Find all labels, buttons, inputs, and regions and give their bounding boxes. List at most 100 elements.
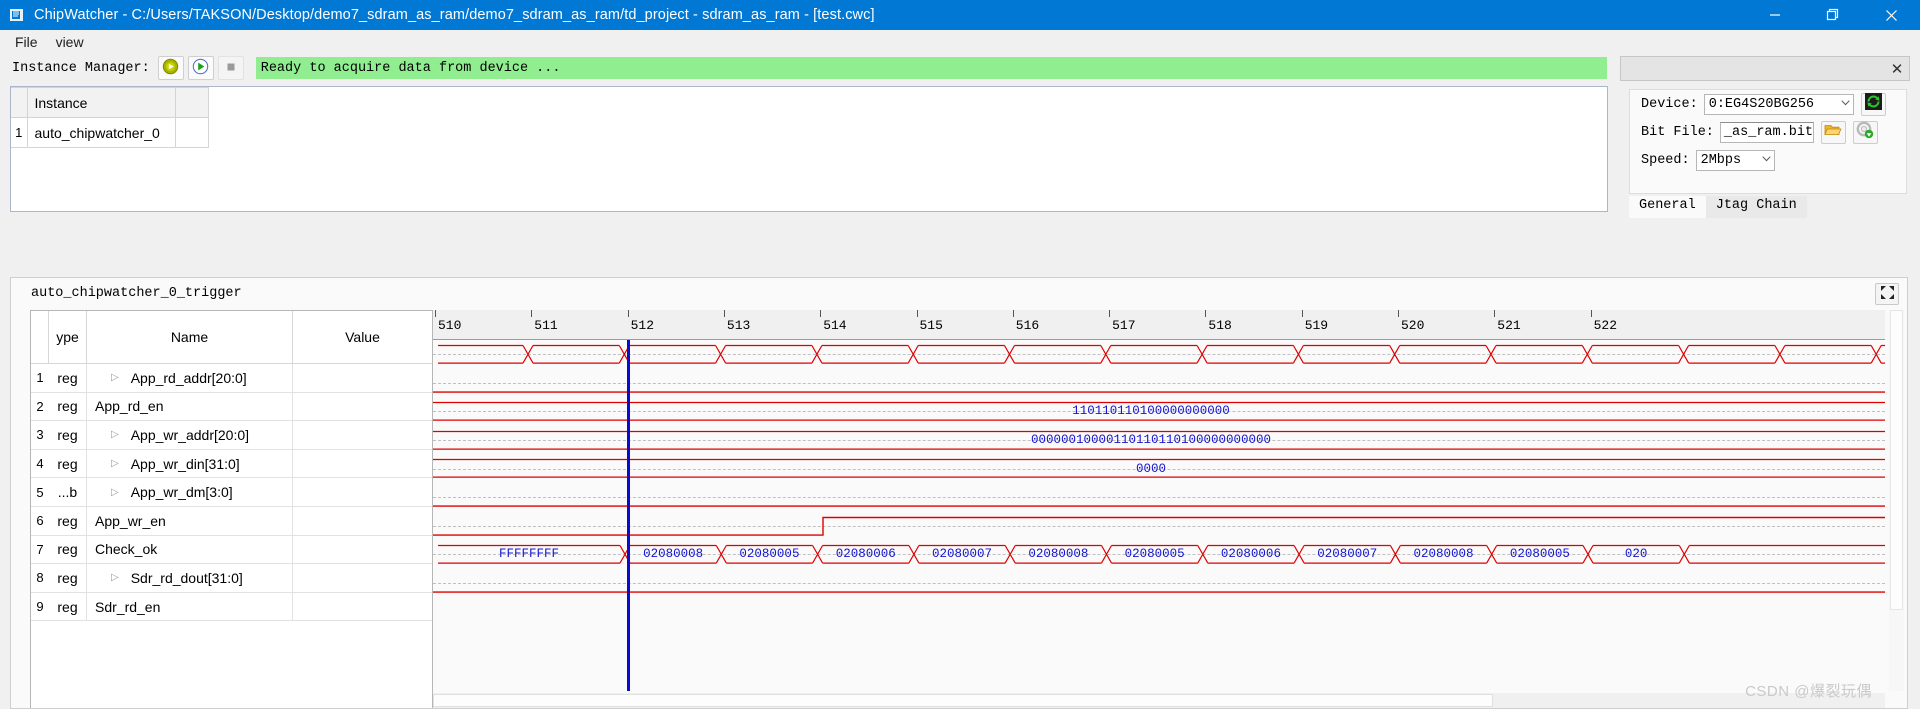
signal-value: [293, 564, 432, 592]
tab-general[interactable]: General: [1629, 196, 1706, 218]
signal-name-text: Check_ok: [95, 541, 158, 558]
acquire-button[interactable]: [157, 56, 184, 80]
bus-value-label: 00000010000110110110100000000000: [1030, 433, 1272, 448]
ruler-tick-label: 510: [438, 318, 462, 333]
waveform-view[interactable]: 510 511 512 513 514 515 516 517 518 519 520 521 522 …: [433, 310, 1885, 691]
signal-row[interactable]: 4 reg ▷ App_wr_din[31:0]: [31, 449, 432, 479]
expand-triangle-icon[interactable]: ▷: [111, 429, 119, 440]
signal-row[interactable]: 9 reg Sdr_rd_en: [31, 592, 432, 622]
ruler-tick-label: 511: [534, 318, 558, 333]
signal-type: reg: [49, 421, 87, 449]
signal-value: [293, 364, 432, 392]
expand-triangle-icon[interactable]: ▷: [111, 572, 119, 583]
instance-manager-label: Instance Manager:: [12, 60, 150, 76]
status-message: Ready to acquire data from device ...: [255, 57, 1607, 79]
hscroll-thumb[interactable]: [433, 694, 1493, 707]
stop-button[interactable]: [217, 56, 244, 80]
speed-select[interactable]: 2Mbps: [1695, 149, 1775, 171]
bitfile-row: Bit File: _as_ram.bit: [1630, 118, 1906, 146]
ruler-tick: [723, 310, 725, 317]
chipwatcher-window: ChipWatcher - C:/Users/TAKSON/Desktop/de…: [0, 0, 1920, 709]
col-extra-header: [174, 87, 209, 118]
waveform-lane: [433, 512, 1885, 541]
signal-row[interactable]: 2 reg App_rd_en: [31, 392, 432, 422]
signal-row[interactable]: 5 ...b ▷ App_wr_dm[3:0]: [31, 478, 432, 507]
device-select[interactable]: 0:EG4S20BG256: [1703, 93, 1854, 115]
signal-value: [293, 478, 432, 506]
signal-name[interactable]: App_rd_en: [87, 392, 293, 421]
config-tabs: General Jtag Chain: [1629, 196, 1907, 218]
col-value-header[interactable]: Value: [293, 311, 432, 363]
signal-row[interactable]: 3 reg ▷ App_wr_addr[20:0]: [31, 421, 432, 450]
bitfile-input[interactable]: _as_ram.bit: [1719, 121, 1814, 143]
signal-row[interactable]: 6 reg App_wr_en: [31, 506, 432, 536]
signal-name[interactable]: ▷ Sdr_rd_dout[31:0]: [87, 564, 293, 592]
ruler-tick-label: 516: [1015, 318, 1040, 333]
col-name-header[interactable]: Name: [87, 311, 293, 363]
horizontal-scrollbar[interactable]: [433, 693, 1885, 708]
signal-name[interactable]: Sdr_rd_en: [87, 592, 293, 621]
signal-value: [293, 507, 432, 535]
signal-table-header: ype Name Value: [31, 311, 432, 364]
expand-triangle-icon[interactable]: ▷: [111, 372, 119, 383]
dock-close-icon[interactable]: ✕: [1885, 60, 1909, 78]
expand-triangle-icon[interactable]: ▷: [111, 458, 119, 469]
time-ruler[interactable]: 510 511 512 513 514 515 516 517 518 519 520 521 522: [433, 310, 1885, 340]
minimize-button[interactable]: [1746, 0, 1804, 30]
vertical-scrollbar[interactable]: [1889, 310, 1904, 691]
run-button[interactable]: [187, 56, 214, 80]
device-row: Device: 0:EG4S20BG256: [1630, 90, 1906, 118]
signal-name[interactable]: App_wr_en: [87, 506, 293, 535]
ruler-tick-label: 514: [823, 318, 847, 333]
dock-header: ✕: [1620, 56, 1910, 81]
signal-type: ...b: [49, 478, 87, 506]
signal-name-text: App_wr_din[31:0]: [130, 455, 240, 472]
tab-jtag-chain[interactable]: Jtag Chain: [1705, 196, 1807, 218]
title-bar: ChipWatcher - C:/Users/TAKSON/Desktop/de…: [0, 0, 1920, 30]
waveform-lane: [433, 369, 1885, 398]
chevron-down-icon: [1750, 155, 1771, 166]
table-row[interactable]: 1 auto_chipwatcher_0: [11, 117, 209, 148]
signal-name[interactable]: ▷ App_wr_addr[20:0]: [87, 421, 293, 449]
download-bitfile-button[interactable]: [1852, 120, 1878, 144]
close-button[interactable]: [1862, 0, 1920, 30]
menu-item-view[interactable]: view: [47, 32, 93, 52]
device-label: Device:: [1641, 96, 1698, 112]
col-type-header[interactable]: ype: [49, 311, 87, 363]
signal-name[interactable]: ▷ App_rd_addr[20:0]: [87, 364, 293, 392]
signal-name[interactable]: ▷ App_wr_dm[3:0]: [87, 478, 293, 506]
ruler-tick: [435, 310, 436, 317]
signal-type: reg: [49, 535, 87, 564]
signal-value: [293, 393, 432, 421]
col-instance-header[interactable]: Instance: [26, 87, 176, 118]
signal-row-number: 8: [36, 570, 44, 586]
ruler-tick: [916, 310, 918, 317]
signal-row-number: 9: [36, 599, 44, 615]
maximize-restore-button[interactable]: [1804, 0, 1862, 30]
cell-instance-name[interactable]: auto_chipwatcher_0: [26, 117, 176, 148]
signal-row[interactable]: 8 reg ▷ Sdr_rd_dout[31:0]: [31, 564, 432, 593]
expand-triangle-icon[interactable]: ▷: [111, 487, 119, 498]
menu-item-file[interactable]: File: [6, 32, 47, 52]
expand-waveform-button[interactable]: [1875, 283, 1899, 305]
signal-row[interactable]: 1 reg ▷ App_rd_addr[20:0]: [31, 364, 432, 393]
waveform-panel: auto_chipwatcher_0_trigger ype Name Valu…: [10, 277, 1908, 709]
ruler-tick-label: 519: [1304, 318, 1329, 333]
col-num-header: [31, 311, 49, 363]
time-cursor[interactable]: [626, 340, 630, 691]
signal-value: [293, 593, 432, 621]
vscroll-thumb[interactable]: [1890, 310, 1903, 610]
waveform-lane: FFFFFFFF 02080008 02080005 02080006 02080007…: [433, 540, 1885, 569]
browse-bitfile-button[interactable]: [1820, 120, 1846, 144]
signal-name[interactable]: Check_ok: [87, 535, 293, 564]
signal-row-number: 1: [36, 370, 44, 386]
signal-row[interactable]: 7 reg Check_ok: [31, 535, 432, 565]
refresh-device-button[interactable]: [1860, 92, 1886, 116]
ruler-tick: [1301, 310, 1303, 317]
ruler-tick: [1398, 310, 1399, 317]
signal-name-text: Sdr_rd_dout[31:0]: [130, 569, 243, 586]
ruler-tick: [1205, 310, 1207, 317]
download-gear-icon: [1856, 121, 1874, 144]
ruler-tick-label: 512: [630, 318, 654, 333]
signal-name[interactable]: ▷ App_wr_din[31:0]: [87, 449, 293, 478]
